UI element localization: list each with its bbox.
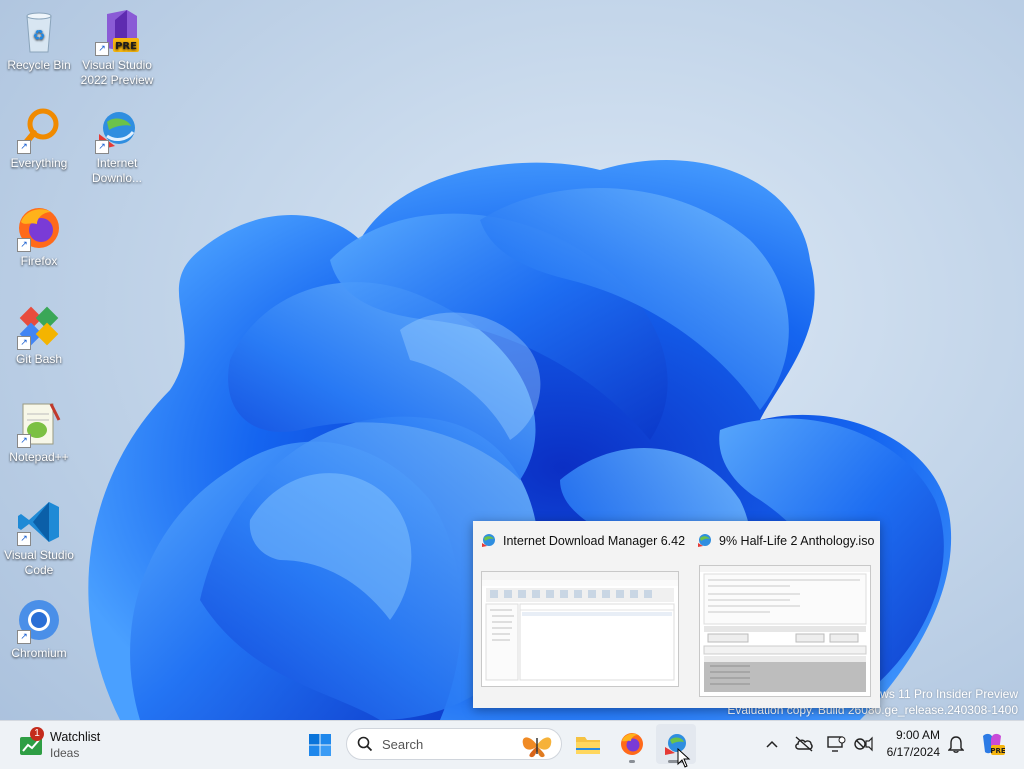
file-explorer-icon (576, 737, 600, 754)
clock-date: 6/17/2024 (886, 745, 940, 759)
butterfly-highlight-icon (522, 737, 552, 758)
svg-text:PRE: PRE (115, 41, 137, 52)
preview-thumbnail (699, 565, 871, 697)
shortcut-arrow-icon: ↗ (95, 140, 109, 154)
desktop-icon-label: Recycle Bin (7, 58, 71, 72)
show-hidden-icons-button[interactable] (754, 724, 790, 764)
idm-icon (481, 532, 497, 551)
taskbar-thumbnail-preview: Internet Download Manager 6.42 9% Half-L… (473, 521, 880, 708)
notepad-plus-plus-icon: ↗ (15, 400, 63, 448)
clock-time: 9:00 AM (895, 728, 940, 742)
widgets-button[interactable]: 1 Watchlist Ideas (14, 725, 144, 765)
desktop-icon-internet-download-manager[interactable]: ↗ Internet Downlo... (79, 106, 155, 186)
search-placeholder: Search (382, 737, 424, 752)
visual-studio-preview-icon: PRE ↗ (93, 8, 141, 56)
running-indicator (629, 760, 635, 763)
preview-window-title: Internet Download Manager 6.42 (503, 534, 686, 548)
taskbar-file-explorer[interactable] (568, 724, 608, 764)
copilot-button[interactable]: PRE (972, 724, 1012, 764)
svg-text:PRE: PRE (990, 747, 1005, 755)
desktop-icon-git-bash[interactable]: ↗ Git Bash (1, 302, 77, 367)
preview-window-idm-download[interactable]: 9% Half-Life 2 Anthology.iso (689, 521, 879, 708)
firefox-icon: ↗ (15, 204, 63, 252)
search-icon (357, 736, 373, 752)
widget-subtitle: Ideas (50, 746, 80, 760)
svg-text:♻: ♻ (33, 28, 46, 44)
shortcut-arrow-icon: ↗ (17, 336, 31, 350)
desktop-icon-label: Firefox (20, 254, 58, 268)
desktop-icon-vscode[interactable]: ↗ Visual Studio Code (1, 498, 77, 578)
desktop-icon-chromium[interactable]: ↗ Chromium (1, 596, 77, 661)
copilot-preview-icon: PRE (983, 733, 1005, 755)
shortcut-arrow-icon: ↗ (17, 630, 31, 644)
desktop-icon-firefox[interactable]: ↗ Firefox (1, 204, 77, 269)
mouse-cursor-icon (677, 748, 691, 768)
firefox-icon (621, 733, 643, 755)
recycle-bin-icon: ♻ (15, 8, 63, 56)
desktop-icon-notepad-plus-plus[interactable]: ↗ Notepad++ (1, 400, 77, 465)
taskbar-search-box[interactable]: Search (346, 728, 562, 760)
bell-icon (948, 736, 964, 753)
shortcut-arrow-icon: ↗ (17, 532, 31, 546)
chevron-up-icon (766, 740, 778, 748)
shortcut-arrow-icon: ↗ (17, 238, 31, 252)
preview-window-idm-main[interactable]: Internet Download Manager 6.42 (473, 521, 685, 708)
taskbar-firefox[interactable] (612, 724, 652, 764)
internet-download-manager-icon: ↗ (93, 106, 141, 154)
start-button[interactable] (300, 725, 340, 765)
start-icon (309, 734, 331, 756)
cloud-offline-icon (795, 736, 813, 752)
desktop-icon-visual-studio-preview[interactable]: PRE ↗ Visual Studio 2022 Preview (79, 8, 155, 88)
notifications-button[interactable] (940, 724, 972, 764)
vscode-icon: ↗ (15, 498, 63, 546)
desktop-icon-label: Visual Studio 2022 Preview (80, 58, 154, 87)
widget-title: Watchlist (50, 730, 101, 744)
preview-window-title: 9% Half-Life 2 Anthology.iso (719, 534, 875, 548)
desktop-icon-label: Internet Downlo... (91, 156, 143, 185)
chromium-icon: ↗ (15, 596, 63, 644)
network-sound-icon (854, 736, 873, 752)
desktop-icon-everything[interactable]: ↗ Everything (1, 106, 77, 171)
monitor-icon (827, 736, 846, 752)
tray-network-volume[interactable] (846, 724, 880, 764)
desktop-icon-label: Visual Studio Code (4, 548, 74, 577)
notification-badge: 1 (30, 727, 44, 741)
desktop-icon-label: Git Bash (15, 352, 63, 366)
shortcut-arrow-icon: ↗ (17, 140, 31, 154)
desktop-icon-label: Everything (10, 156, 68, 170)
preview-thumbnail (481, 571, 679, 687)
shortcut-arrow-icon: ↗ (95, 42, 109, 56)
git-bash-icon: ↗ (15, 302, 63, 350)
everything-search-icon: ↗ (15, 106, 63, 154)
desktop-icon-label: Chromium (11, 646, 67, 660)
desktop-icon-recycle-bin[interactable]: ♻ Recycle Bin (1, 8, 77, 73)
idm-icon (697, 532, 713, 551)
shortcut-arrow-icon: ↗ (17, 434, 31, 448)
clock[interactable]: 9:00 AM 6/17/2024 (880, 724, 948, 764)
desktop-icon-label: Notepad++ (9, 450, 69, 464)
tray-onedrive[interactable] (786, 724, 822, 764)
